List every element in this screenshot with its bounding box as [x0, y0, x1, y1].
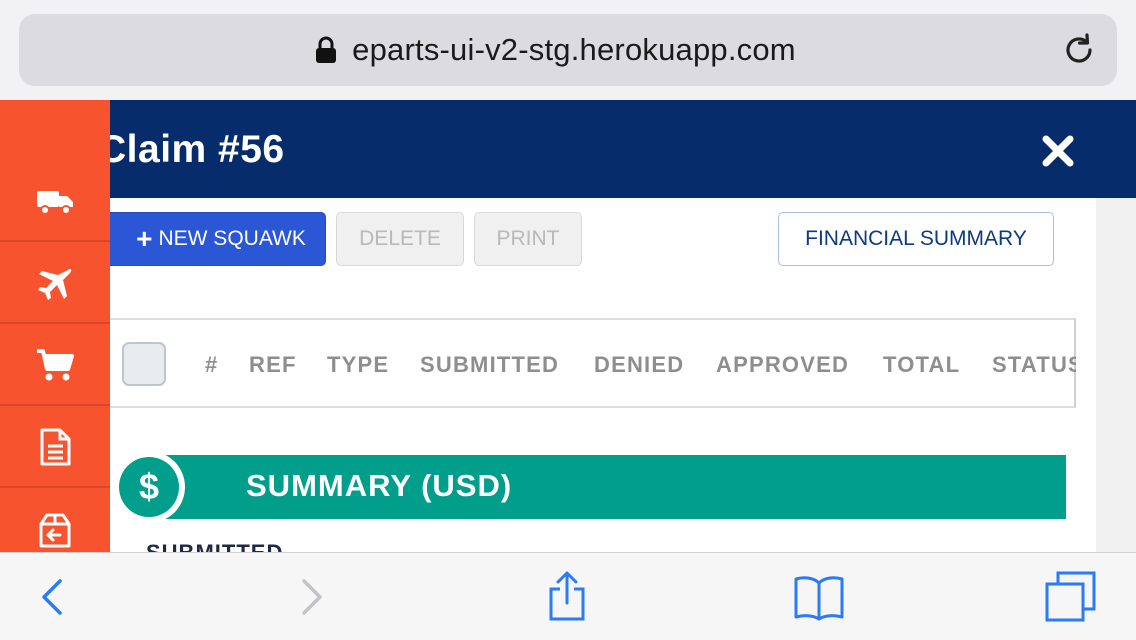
browser-toolbar [0, 552, 1136, 640]
squawk-table-header: # REF TYPE SUBMITTED DENIED APPROVED TOT… [98, 318, 1076, 408]
new-squawk-button[interactable]: + NEW SQUAWK [98, 212, 326, 266]
forward-icon[interactable] [286, 571, 338, 623]
modal-title: Claim #56 [98, 128, 285, 171]
summary-title: SUMMARY (USD) [246, 468, 513, 503]
truck-icon [37, 191, 73, 215]
delete-button[interactable]: DELETE [336, 212, 464, 266]
tabs-icon[interactable] [1044, 571, 1096, 623]
share-icon[interactable] [541, 571, 593, 623]
modal-header: Claim #56 [0, 100, 1136, 198]
submitted-label: SUBMITTED [146, 542, 283, 552]
plus-icon: + [136, 223, 153, 254]
browser-top-bar: eparts-ui-v2-stg.herokuapp.com [0, 0, 1136, 100]
column-header-total[interactable]: TOTAL [883, 352, 960, 378]
url-text: eparts-ui-v2-stg.herokuapp.com [352, 32, 796, 67]
page-content: Claim #56 + NEW SQUAWK DELETE PRINT FINA… [0, 100, 1136, 552]
sidebar-item-cart[interactable] [0, 326, 110, 406]
select-all-checkbox[interactable] [122, 342, 166, 386]
sidebar-item-aircraft[interactable] [0, 244, 110, 324]
sidebar-item-shipping[interactable] [0, 162, 110, 242]
sidebar-item-documents[interactable] [0, 408, 110, 488]
column-header-approved[interactable]: APPROVED [716, 352, 849, 378]
reload-icon[interactable] [1061, 32, 1097, 68]
column-header-denied[interactable]: DENIED [594, 352, 684, 378]
document-icon [40, 428, 71, 466]
print-button[interactable]: PRINT [474, 212, 582, 266]
column-header-number[interactable]: # [205, 352, 218, 378]
summary-header-bar: SUMMARY (USD) [146, 455, 1066, 519]
address-bar[interactable]: eparts-ui-v2-stg.herokuapp.com [19, 14, 1117, 86]
plane-icon [38, 269, 72, 300]
column-header-submitted[interactable]: SUBMITTED [420, 352, 559, 378]
bookmarks-icon[interactable] [793, 571, 845, 623]
financial-summary-button[interactable]: FINANCIAL SUMMARY [778, 212, 1054, 266]
lock-icon [316, 36, 336, 63]
close-icon[interactable] [1040, 133, 1076, 169]
claim-modal: Claim #56 + NEW SQUAWK DELETE PRINT FINA… [0, 100, 1136, 552]
return-box-icon [39, 513, 71, 548]
column-header-type[interactable]: TYPE [327, 352, 389, 378]
back-icon[interactable] [26, 571, 78, 623]
cart-icon [37, 349, 74, 381]
new-squawk-label: NEW SQUAWK [158, 227, 306, 250]
dollar-sign: $ [119, 457, 179, 517]
table-header-row: # REF TYPE SUBMITTED DENIED APPROVED TOT… [100, 320, 1076, 408]
dollar-icon: $ [113, 451, 185, 523]
column-header-ref[interactable]: REF [249, 352, 297, 378]
column-header-status[interactable]: STATUS [992, 352, 1076, 378]
sidebar [0, 100, 110, 552]
